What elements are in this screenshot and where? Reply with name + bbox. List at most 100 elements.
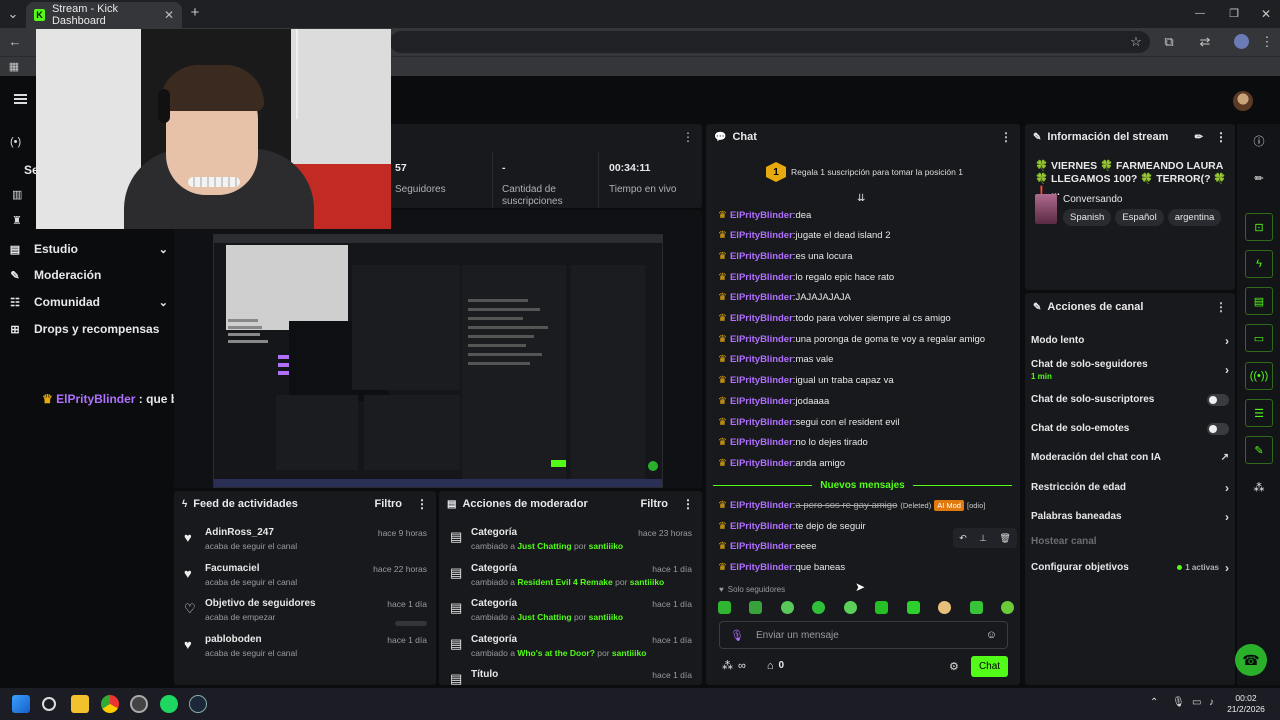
emote-icon[interactable] (780, 600, 794, 614)
chat-message[interactable]: ♛ ElPrityBlinder: jugate el dead island 2 (718, 226, 891, 246)
chat-username[interactable]: ElPrityBlinder (730, 334, 793, 345)
obs-icon[interactable] (130, 695, 148, 713)
edit-icon[interactable]: ✏ (1245, 164, 1273, 192)
chat-message[interactable]: ♛ ElPrityBlinder: lo regalo epic hace rat… (718, 267, 894, 287)
chat-username[interactable]: ElPrityBlinder (730, 417, 793, 428)
chat-message[interactable]: ♛ ElPrityBlinder: JAJAJAJAJA (718, 288, 851, 308)
feed-item[interactable]: Facumaciel acaba de seguir el canal hace 2… (205, 563, 427, 599)
activity-filter-button[interactable]: Filtro (375, 498, 403, 510)
chat-username[interactable]: ElPrityBlinder (730, 541, 793, 552)
send-chat-button[interactable]: Chat (971, 656, 1008, 677)
mod-action-item[interactable]: Categoría cambiado a Just Chatting por sa… (471, 527, 692, 563)
chat-username[interactable]: ElPrityBlinder (730, 458, 793, 469)
profile-icon[interactable] (1234, 34, 1249, 49)
url-field[interactable] (390, 31, 1150, 53)
chat-username[interactable]: ElPrityBlinder (730, 230, 793, 241)
tray-chevron-icon[interactable]: ⌃ (1150, 697, 1158, 708)
chat-message[interactable]: ♛ ElPrityBlinder: jodaaaa (718, 391, 829, 411)
trophy-icon[interactable]: ♜ (12, 214, 22, 227)
chrome-icon[interactable] (101, 695, 119, 713)
action-subscribers-only[interactable]: Chat de solo-suscriptores (1031, 385, 1229, 414)
chat-username[interactable]: ElPrityBlinder (730, 500, 793, 511)
layout-icon[interactable]: ⊡ (1245, 213, 1273, 241)
chat-username[interactable]: ElPrityBlinder (730, 354, 793, 365)
chat-message[interactable]: ♛ ElPrityBlinder: segui con el resident e… (718, 412, 899, 432)
mod-action-moderator[interactable]: santiiiko (589, 612, 623, 622)
chat-message[interactable]: ♛ ElPrityBlinder: una poronga de goma te … (718, 329, 985, 349)
reply-icon[interactable]: ↶ (959, 533, 967, 544)
bookmark-star-icon[interactable]: ☆ (1129, 35, 1143, 49)
browser-menu-icon[interactable]: ⋮ (1260, 35, 1274, 49)
chat-username[interactable]: ElPrityBlinder (730, 292, 793, 303)
stats-nav-icon[interactable]: ▥ (12, 188, 22, 201)
extensions-icon[interactable]: ⧉ (1162, 35, 1176, 49)
translate-icon[interactable]: ⇄ (1198, 35, 1212, 49)
chat-menu-icon[interactable]: ⋮ (1000, 130, 1012, 144)
emote-icon[interactable] (875, 600, 889, 614)
browser-tab[interactable]: K Stream - Kick Dashboard ✕ (26, 2, 182, 28)
action-followers-only[interactable]: Chat de solo-seguidores 1 min › (1031, 355, 1229, 385)
mod-action-moderator[interactable]: santiiiko (630, 577, 664, 587)
action-slow-mode[interactable]: Modo lento › (1031, 326, 1229, 355)
chat-icon[interactable]: ▭ (1245, 324, 1273, 352)
emote-icon[interactable] (812, 600, 826, 614)
chat-message[interactable]: ♛ ElPrityBlinder: mas vale (718, 350, 833, 370)
emote-icon[interactable] (1000, 600, 1014, 614)
chat-settings-icon[interactable]: ⚙ (949, 660, 959, 673)
tab-close-icon[interactable]: ✕ (164, 8, 174, 22)
chat-username[interactable]: ElPrityBlinder (730, 437, 793, 448)
chat-message[interactable]: ♛ ElPrityBlinder: te dejo de seguir (718, 516, 866, 536)
chat-username[interactable]: ElPrityBlinder (730, 521, 793, 532)
chat-username[interactable]: ElPrityBlinder (730, 396, 793, 407)
clock[interactable]: 00:02 21/2/2026 (1226, 693, 1266, 715)
minimize-icon[interactable]: — (1193, 7, 1207, 21)
chat-message[interactable]: ♛ ElPrityBlinder: es una locura (718, 246, 852, 266)
nav-item-estudio[interactable]: ▤ Estudio ⌄ (8, 236, 168, 262)
emote-icon[interactable] (749, 600, 763, 614)
chat-input[interactable]: 🎙 Enviar un mensaje ☺ (719, 621, 1008, 649)
mod-action-moderator[interactable]: santiiiko (612, 648, 646, 658)
steam-icon[interactable] (189, 695, 207, 713)
emote-icon[interactable] (938, 600, 952, 614)
chat-username[interactable]: ElPrityBlinder (730, 313, 793, 324)
maximize-icon[interactable]: ❐ (1227, 7, 1241, 21)
tab-list-icon[interactable]: ⌄ (6, 7, 20, 21)
action-goals[interactable]: Configurar objetivos 1 activas › (1031, 553, 1229, 582)
action-emotes-only[interactable]: Chat de solo-emotes (1031, 414, 1229, 443)
back-icon[interactable]: ← (8, 35, 22, 49)
live-icon[interactable]: (•) (10, 136, 21, 148)
emote-icon[interactable] (906, 600, 920, 614)
chat-username[interactable]: ElPrityBlinder (730, 272, 793, 283)
mod-filter-button[interactable]: Filtro (641, 498, 669, 510)
delete-icon[interactable]: 🗑 (999, 533, 1010, 544)
chat-message[interactable]: ♛ ElPrityBlinder: no lo dejes tirado (718, 433, 868, 453)
action-age-restriction[interactable]: Restricción de edad › (1031, 473, 1229, 502)
chat-message[interactable]: ♛ ElPrityBlinder: dea (718, 205, 811, 225)
chat-username[interactable]: ElPrityBlinder (730, 375, 793, 386)
mod-action-item[interactable]: Categoría cambiado a Just Chatting por sa… (471, 598, 692, 634)
emoji-icon[interactable]: ☺ (986, 629, 997, 641)
spotify-icon[interactable] (160, 695, 178, 713)
emote-icon[interactable] (969, 600, 983, 614)
search-icon[interactable] (42, 697, 56, 711)
mod-action-item[interactable]: Categoría cambiado a Resident Evil 4 Rema… (471, 563, 692, 599)
server-icon[interactable]: ☰ (1245, 399, 1273, 427)
mod-actions-menu-icon[interactable]: ⋮ (682, 497, 694, 511)
chat-username[interactable]: ElPrityBlinder (730, 251, 793, 262)
chat-message[interactable]: ♛ ElPrityBlinder: que baneas (718, 557, 845, 577)
chat-message[interactable]: ♛ ElPrityBlinder: todo para volver siempr… (718, 309, 951, 329)
new-tab-icon[interactable]: + (188, 5, 202, 20)
pinned-expand-icon[interactable]: ⇊ (857, 193, 865, 204)
chat-username[interactable]: ElPrityBlinder (730, 562, 793, 573)
lightning-icon[interactable]: ϟ (1245, 250, 1273, 278)
chat-message[interactable]: ♛ ElPrityBlinder: eeee (718, 537, 817, 557)
chat-message-deleted[interactable]: ♛ ElPrityBlinder: a pero sos re gay amig… (718, 495, 985, 515)
help-support-button[interactable]: ☎ (1235, 644, 1267, 676)
network-icon[interactable]: ▭ (1192, 697, 1201, 708)
nav-item-moderacion[interactable]: ✎ Moderación (8, 262, 168, 288)
kick-points-icon[interactable]: ⁂ (1245, 473, 1273, 501)
nav-item-comunidad[interactable]: ☷ Comunidad ⌄ (8, 289, 168, 315)
stream-preview-video[interactable] (213, 234, 663, 488)
emote-icon[interactable] (718, 600, 731, 614)
apps-grid-icon[interactable]: ▦ (7, 60, 21, 74)
